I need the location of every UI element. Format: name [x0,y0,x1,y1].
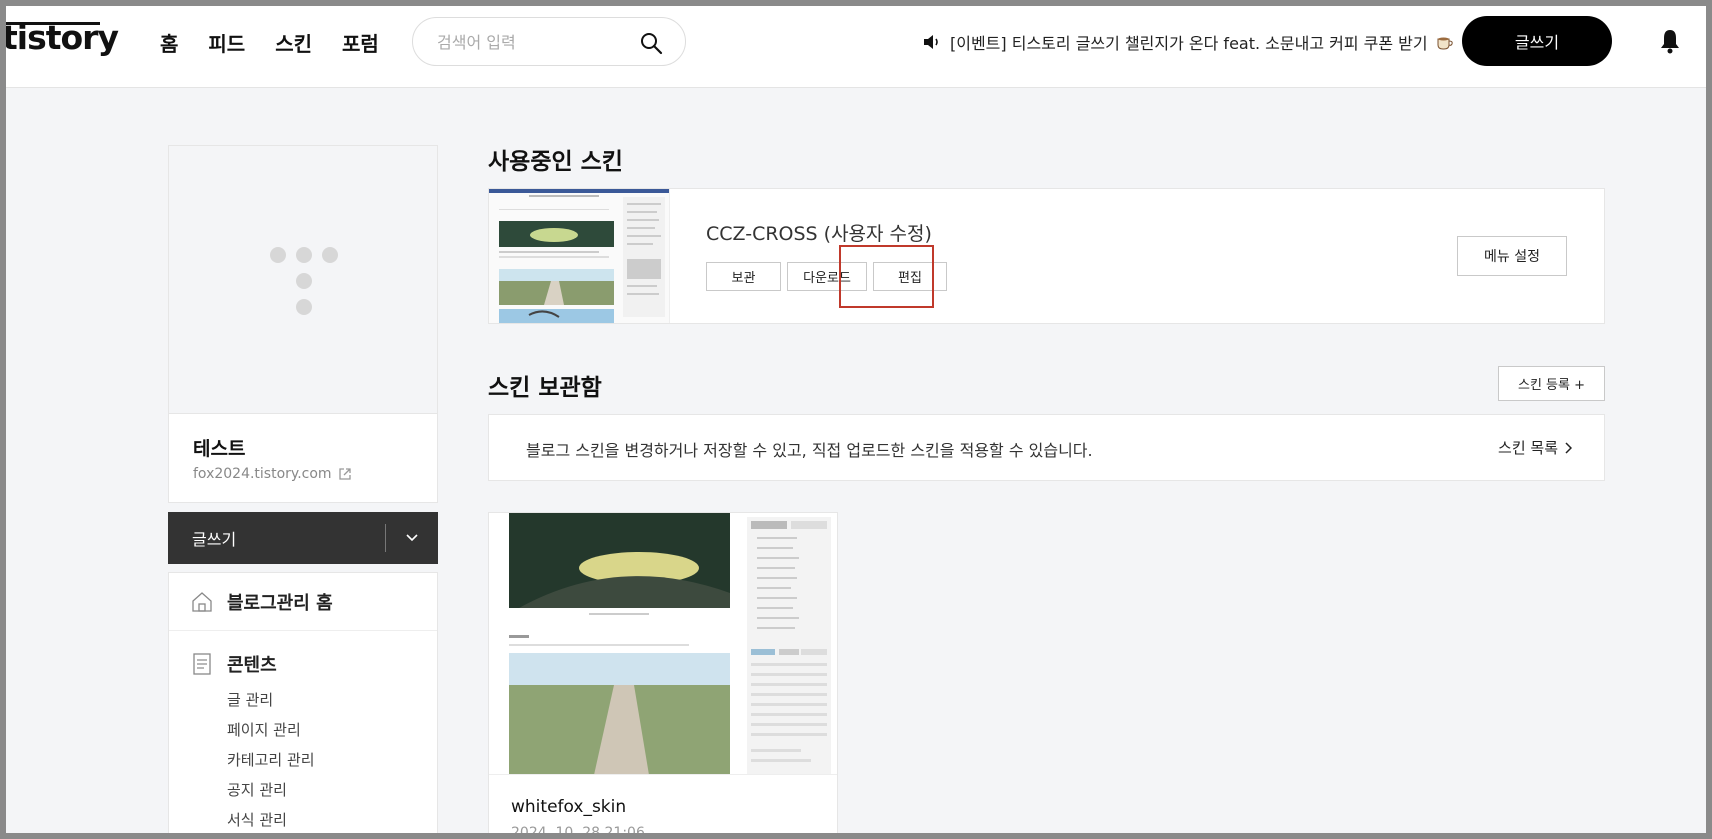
sidebar-write-dropdown[interactable] [386,512,438,564]
coffee-cup-icon [1437,37,1453,50]
bell-icon[interactable] [1658,28,1682,54]
nav-skin[interactable]: 스킨 [275,28,312,57]
skin-register-button[interactable]: 스킨 등록 + [1498,366,1605,401]
current-skin-title: 사용중인 스킨 [488,149,623,175]
search-icon[interactable] [639,31,663,55]
skin-card-preview-image [489,513,837,774]
skin-info-text: 블로그 스킨을 변경하거나 저장할 수 있고, 직접 업로드한 스킨을 적용할 … [526,441,1093,460]
current-skin-panel: CCZ-CROSS (사용자 수정) 보관 다운로드 편집 메뉴 설정 [488,188,1605,324]
sidebar-write-button[interactable]: 글쓰기 [168,526,385,550]
event-banner[interactable]: [이벤트] 티스토리 글쓰기 챌린지가 온다 feat. 소문내고 커피 쿠폰 … [922,30,1454,54]
skin-storage-title: 스킨 보관함 [488,375,602,401]
sidebar-item-blog-home[interactable]: 블로그관리 홈 [169,573,437,631]
event-text: [이벤트] 티스토리 글쓰기 챌린지가 온다 feat. 소문내고 커피 쿠폰 … [950,34,1428,53]
top-header: tistory 홈 피드 스킨 포럼 [이벤트] 티스토리 글쓰기 챌린지가 온… [0,0,1712,88]
sidebar-menu: 블로그관리 홈 콘텐츠 글 관리 페이지 관리 카테고리 관리 공지 관리 서식… [168,572,438,839]
blog-profile-card: 테스트 fox2024.tistory.com [168,145,438,503]
current-skin-actions: 보관 다운로드 편집 [706,262,947,291]
search-box [412,17,686,66]
chevron-right-icon [1565,441,1572,454]
skin-list-link[interactable]: 스킨 목록 [1498,437,1572,458]
sidebar-item-category-manage[interactable]: 카테고리 관리 [169,745,437,775]
sidebar-item-template-manage[interactable]: 서식 관리 [169,805,437,835]
sidebar-write-control: 글쓰기 [168,512,438,564]
main-nav: 홈 피드 스킨 포럼 [160,28,379,57]
nav-forum[interactable]: 포럼 [342,28,379,57]
skin-preview-image [489,189,669,323]
nav-feed[interactable]: 피드 [208,28,245,57]
skin-card-name: whitefox_skin [511,797,627,817]
current-skin-name: CCZ-CROSS (사용자 수정) [706,223,932,245]
edit-skin-button[interactable]: 편집 [873,262,947,291]
blog-name: 테스트 [193,438,246,460]
sidebar-item-post-manage[interactable]: 글 관리 [169,685,437,715]
speaker-icon [924,35,938,49]
current-skin-thumbnail [489,189,670,323]
skin-info-bar: 블로그 스킨을 변경하거나 저장할 수 있고, 직접 업로드한 스킨을 적용할 … [488,414,1605,481]
nav-home[interactable]: 홈 [160,28,178,57]
default-avatar-icon [270,247,338,315]
chevron-down-icon [406,534,418,542]
sidebar-section-contents: 콘텐츠 [169,651,437,677]
tistory-logo[interactable]: tistory [2,18,119,57]
write-button[interactable]: 글쓰기 [1462,16,1612,66]
sidebar-home-label: 블로그관리 홈 [227,592,333,614]
skin-list-label: 스킨 목록 [1498,439,1558,457]
keep-skin-button[interactable]: 보관 [706,262,781,291]
document-icon [193,653,211,675]
sidebar-contents-label: 콘텐츠 [227,655,277,676]
skin-card[interactable]: whitefox_skin 2024. 10. 28 21:06 [488,512,838,839]
download-skin-button[interactable]: 다운로드 [787,262,867,291]
sidebar-item-page-manage[interactable]: 페이지 관리 [169,715,437,745]
external-link-icon [338,468,351,480]
menu-setting-button[interactable]: 메뉴 설정 [1457,236,1567,276]
search-input[interactable] [437,30,627,54]
sidebar-contents-list: 글 관리 페이지 관리 카테고리 관리 공지 관리 서식 관리 [169,685,437,835]
sidebar-item-notice-manage[interactable]: 공지 관리 [169,775,437,805]
blog-url-link[interactable]: fox2024.tistory.com [193,466,352,482]
home-icon [192,591,212,612]
blog-url-text: fox2024.tistory.com [193,466,332,482]
skin-card-thumbnail [489,513,837,775]
blog-profile-image[interactable] [169,146,437,414]
skin-card-date: 2024. 10. 28 21:06 [511,825,645,839]
